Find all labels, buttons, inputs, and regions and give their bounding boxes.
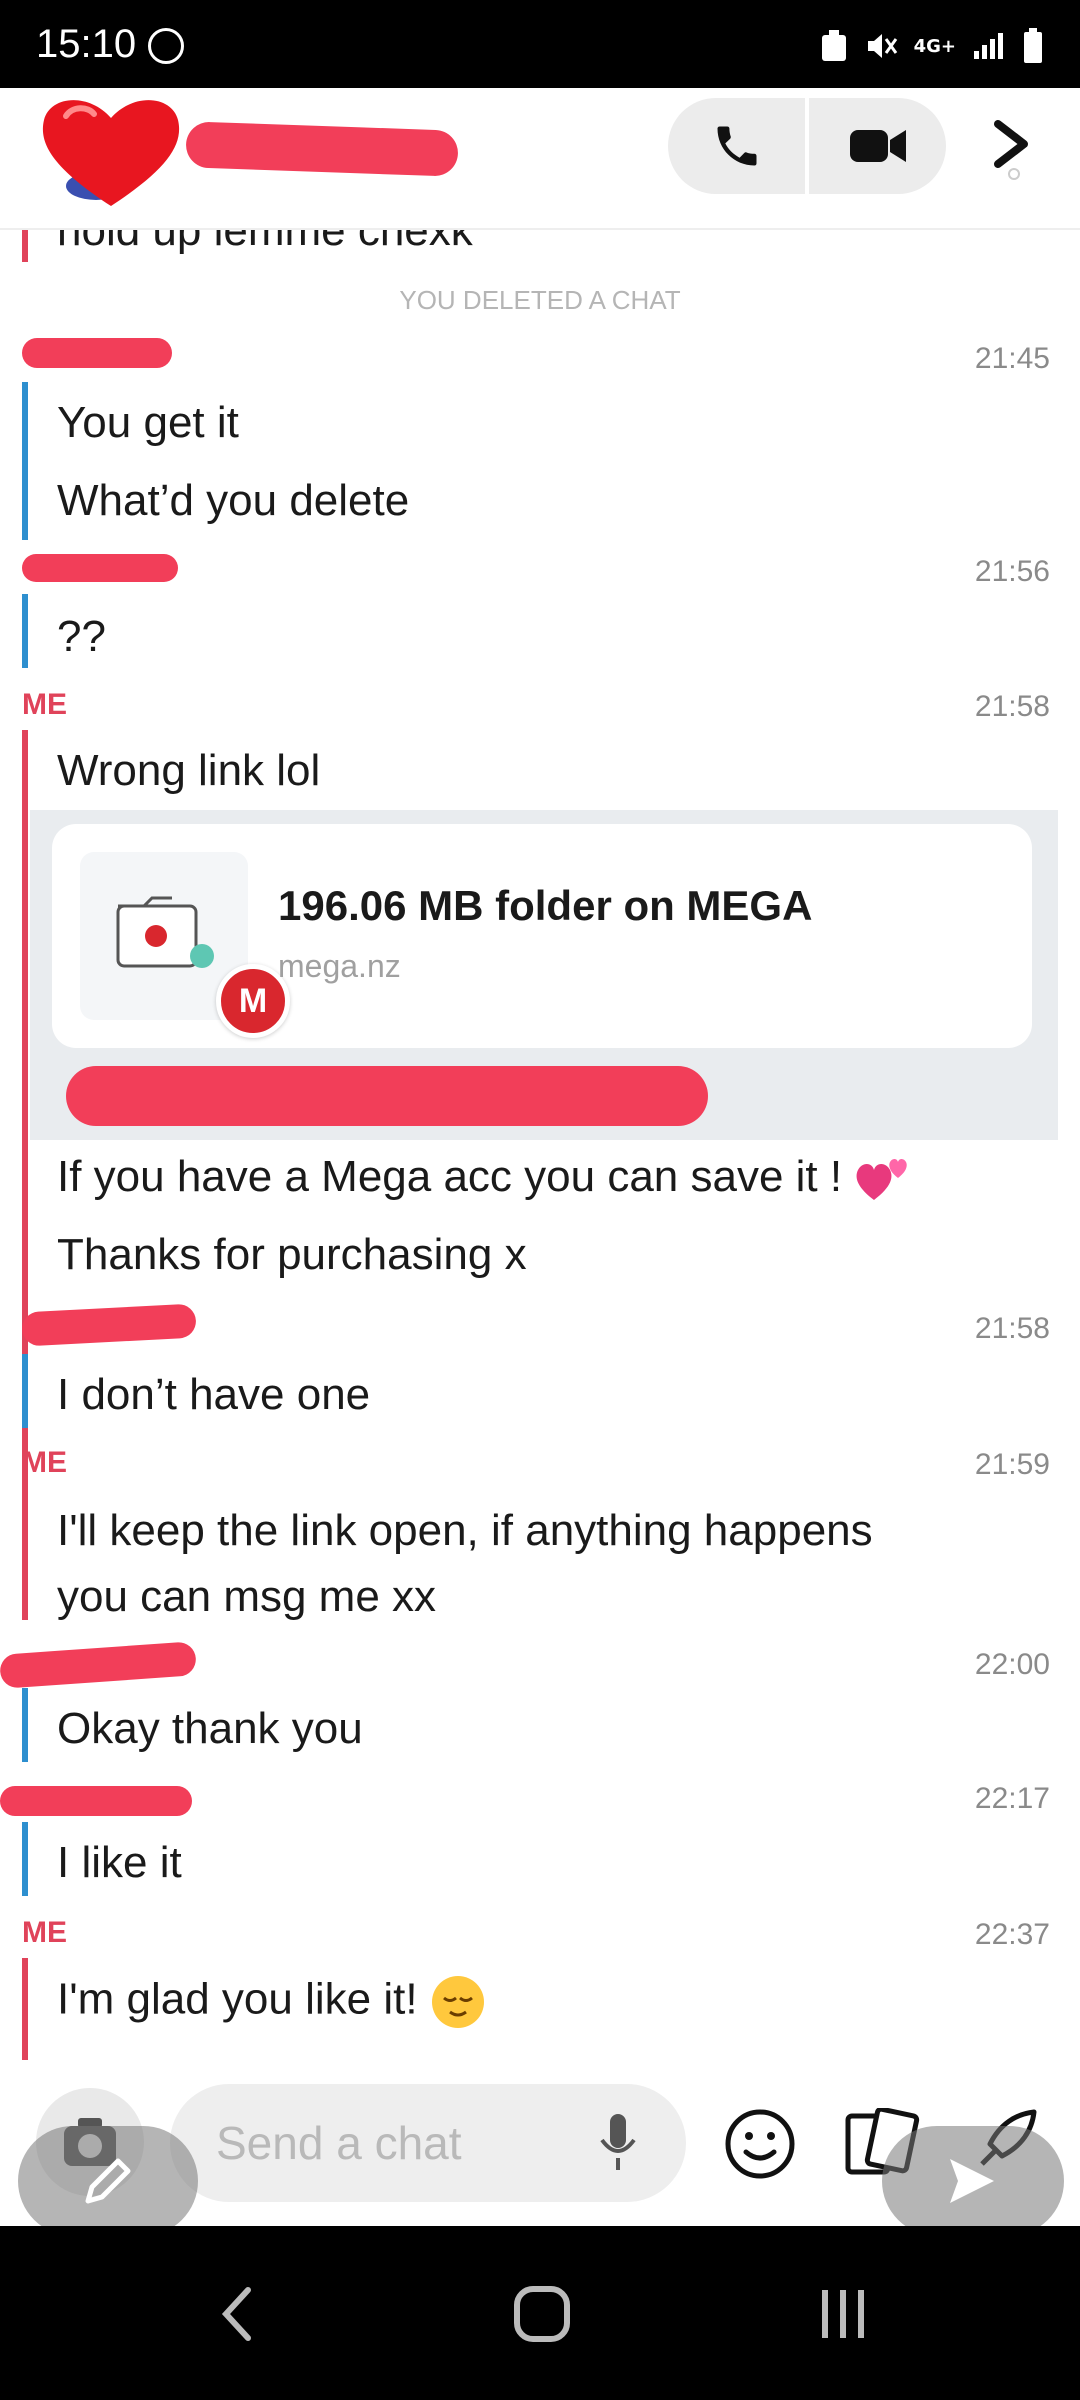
microphone-icon[interactable] xyxy=(598,2112,638,2174)
recents-nav-icon[interactable] xyxy=(814,2284,874,2344)
video-camera-icon xyxy=(849,130,906,162)
relieved-face-emoji xyxy=(431,1976,484,2028)
message-text: Wrong link lol xyxy=(57,746,321,795)
recycle-notification-icon xyxy=(821,30,846,61)
message-time: 21:58 xyxy=(974,690,1050,723)
message-text: You get it xyxy=(57,398,239,447)
message-text: I like it xyxy=(57,1838,182,1887)
video-call-button[interactable] xyxy=(809,98,946,194)
message-time: 21:58 xyxy=(974,1312,1050,1345)
message-text: I don’t have one xyxy=(57,1370,371,1419)
chevron-right-icon[interactable] xyxy=(990,118,1034,180)
chat-input-placeholder: Send a chat xyxy=(216,2117,462,2169)
redacted-sender-name xyxy=(22,338,172,368)
message-text: you can msg me xx xyxy=(57,1572,437,1621)
sender-bar xyxy=(22,1822,28,1896)
status-bar: 15:10 4G+ xyxy=(0,0,1080,88)
link-preview[interactable]: M 196.06 MB folder on MEGA mega.nz xyxy=(30,810,1058,1140)
phone-icon xyxy=(717,126,756,166)
network-type: 4G+ xyxy=(913,35,956,57)
message-text: ?? xyxy=(57,612,106,661)
sender-label-me: ME xyxy=(22,1916,67,1949)
avatar-heart-icon[interactable] xyxy=(36,90,186,210)
redacted-sender-name xyxy=(0,1786,192,1816)
status-icons: 4G+ xyxy=(820,28,1044,64)
redacted-sender-name xyxy=(21,1303,197,1347)
edit-floating-button[interactable] xyxy=(18,2126,198,2236)
redacted-link-text xyxy=(66,1066,708,1126)
whatsapp-icon xyxy=(148,28,184,64)
send-arrow-icon xyxy=(950,2159,994,2203)
sender-bar xyxy=(22,594,28,668)
pencil-icon xyxy=(85,2158,131,2204)
sender-label-me: ME xyxy=(22,688,67,721)
redacted-sender-name xyxy=(0,1641,197,1689)
sender-bar xyxy=(22,1490,28,1620)
message-text: Thanks for purchasing x xyxy=(57,1230,527,1279)
message-time: 21:45 xyxy=(974,342,1050,375)
message-text: What’d you delete xyxy=(57,476,410,525)
voice-call-button[interactable] xyxy=(668,98,805,194)
redacted-contact-name xyxy=(185,121,459,177)
sender-label-me: ME xyxy=(22,1446,67,1479)
message-text: I'm glad you like it! xyxy=(57,1974,486,2030)
message-text-content: I'm glad you like it! xyxy=(57,1974,418,2024)
message-time: 22:17 xyxy=(974,1782,1050,1815)
message-text: I'll keep the link open, if anything hap… xyxy=(57,1506,873,1555)
link-url: mega.nz xyxy=(278,948,401,984)
deleted-chat-notice: YOU DELETED A CHAT xyxy=(399,285,681,315)
message-text: hold up lemme chexk xyxy=(57,230,473,255)
chat-input[interactable]: Send a chat xyxy=(170,2084,686,2202)
message-time: 22:37 xyxy=(974,1918,1050,1951)
sender-bar xyxy=(22,1354,28,1428)
battery-icon xyxy=(1024,28,1042,63)
message-time: 21:56 xyxy=(974,555,1050,588)
message-time: 21:59 xyxy=(974,1448,1050,1481)
send-floating-button[interactable] xyxy=(882,2126,1064,2236)
sender-bar xyxy=(22,230,28,262)
message-text-content: If you have a Mega acc you can save it ! xyxy=(57,1152,843,1201)
signal-icon xyxy=(974,33,1003,59)
chat-header xyxy=(0,88,1080,230)
message-text: Okay thank you xyxy=(57,1704,363,1753)
sender-bar xyxy=(22,1958,28,2060)
link-card[interactable]: M 196.06 MB folder on MEGA mega.nz xyxy=(52,824,1032,1048)
sender-bar xyxy=(22,382,28,540)
sender-bar xyxy=(22,1688,28,1762)
message-time: 22:00 xyxy=(974,1648,1050,1681)
emoji-icon[interactable] xyxy=(724,2108,796,2180)
home-nav-icon[interactable] xyxy=(512,2284,572,2344)
status-time: 15:10 xyxy=(36,22,137,66)
two-hearts-emoji xyxy=(856,1159,908,1201)
call-buttons xyxy=(668,98,946,194)
redacted-sender-name xyxy=(22,554,178,582)
link-title: 196.06 MB folder on MEGA xyxy=(278,882,813,929)
back-nav-icon[interactable] xyxy=(218,2284,258,2344)
system-nav-bar xyxy=(0,2226,1080,2400)
message-text: If you have a Mega acc you can save it ! xyxy=(57,1152,914,1204)
mute-icon xyxy=(867,34,897,58)
chat-thread[interactable]: hold up lemme chexk YOU DELETED A CHAT 2… xyxy=(0,230,1080,2060)
